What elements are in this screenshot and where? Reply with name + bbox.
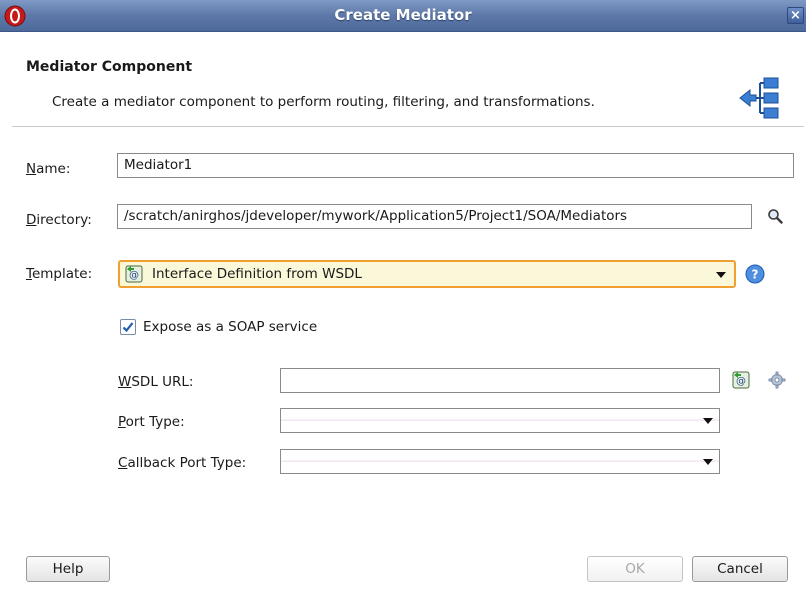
chevron-down-icon <box>703 418 713 424</box>
header-description: Create a mediator component to perform r… <box>52 94 595 110</box>
directory-input[interactable]: /scratch/anirghos/jdeveloper/mywork/Appl… <box>117 204 752 229</box>
help-button[interactable]: Help <box>26 556 110 582</box>
wsdl-url-input[interactable] <box>280 368 720 393</box>
callback-port-type-label: Callback Port Type: <box>118 455 247 471</box>
wsdl-template-icon: @ <box>125 265 143 283</box>
gear-icon[interactable] <box>767 370 787 390</box>
template-value: Interface Definition from WSDL <box>152 266 362 282</box>
port-type-label: Port Type: <box>118 414 185 430</box>
port-type-select[interactable] <box>280 408 720 433</box>
header-separator <box>12 126 804 127</box>
svg-text:@: @ <box>736 376 746 387</box>
help-icon[interactable]: ? <box>744 263 766 285</box>
ok-button[interactable]: OK <box>587 556 683 582</box>
checkmark-icon <box>122 322 134 333</box>
name-input[interactable]: Mediator1 <box>117 153 794 178</box>
name-label: Name: <box>26 161 71 177</box>
search-icon[interactable] <box>765 206 785 226</box>
template-select[interactable]: @ Interface Definition from WSDL <box>118 260 736 288</box>
template-label: Template: <box>26 266 93 282</box>
window-title: Create Mediator <box>334 6 472 24</box>
close-button[interactable]: × <box>787 7 804 24</box>
chevron-down-icon <box>716 272 726 278</box>
svg-text:?: ? <box>752 268 759 282</box>
cancel-button[interactable]: Cancel <box>692 556 788 582</box>
directory-label: Directory: <box>26 212 92 228</box>
header-title: Mediator Component <box>26 59 193 75</box>
wsdl-browse-icon[interactable]: @ <box>730 369 752 391</box>
dialog-header: Mediator Component Create a mediator com… <box>0 33 806 126</box>
expose-soap-label: Expose as a SOAP service <box>143 319 318 335</box>
svg-text:@: @ <box>129 270 139 281</box>
mediator-routing-icon <box>739 77 779 119</box>
title-bar: Create Mediator × <box>0 0 806 32</box>
callback-port-type-select[interactable] <box>280 449 720 474</box>
chevron-down-icon <box>703 459 713 465</box>
wsdl-url-label: WSDL URL: <box>118 374 194 390</box>
expose-soap-checkbox[interactable] <box>120 319 136 335</box>
